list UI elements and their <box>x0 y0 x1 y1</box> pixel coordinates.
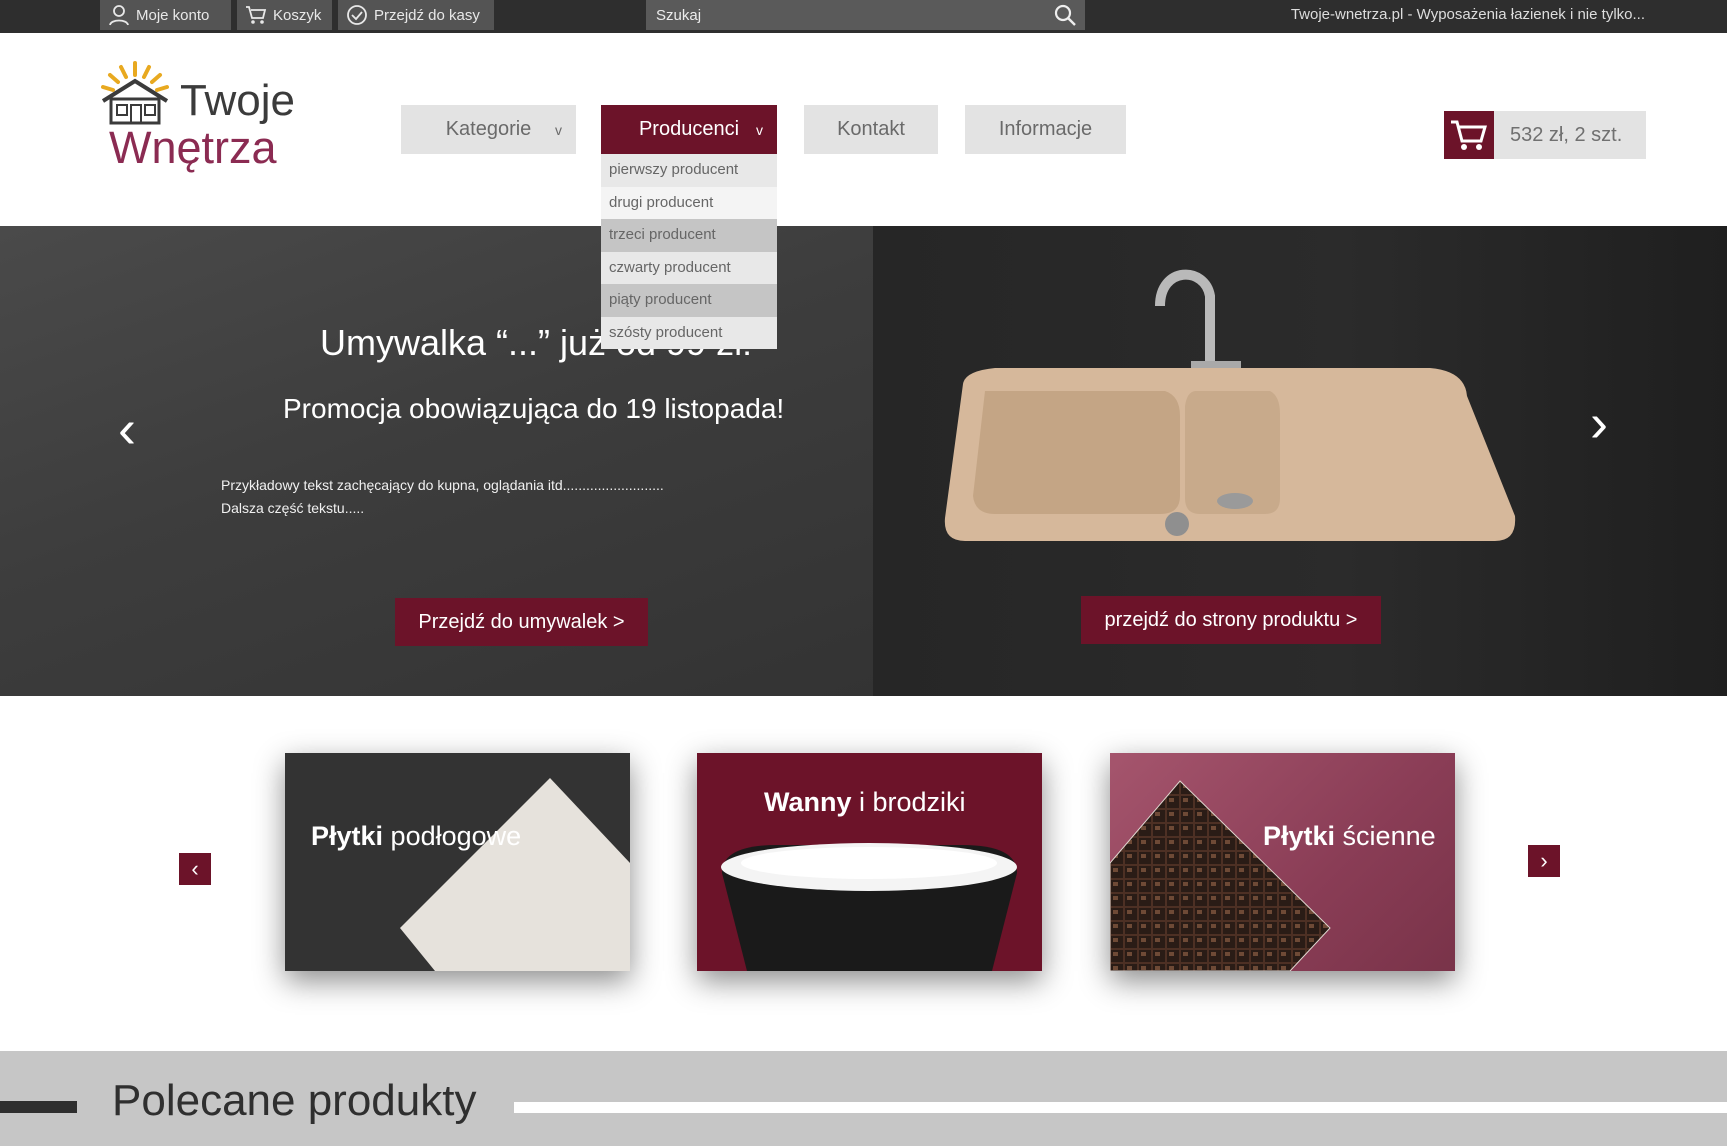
product-page-button[interactable]: przejdź do strony produktu > <box>1081 596 1381 644</box>
my-account-button[interactable]: Moje konto <box>100 0 231 30</box>
carousel-prev-button[interactable]: ‹ <box>179 853 211 885</box>
checkout-button[interactable]: Przejdź do kasy <box>338 0 494 30</box>
mosaic-tile-image <box>1110 780 1331 971</box>
site-tagline: Twoje-wnetrza.pl - Wyposażenia łazienek … <box>1290 6 1645 23</box>
sink-image <box>944 269 1516 541</box>
floor-tile-image <box>400 778 630 971</box>
category-label-bold: Wanny <box>764 787 852 817</box>
checkout-label: Przejdź do kasy <box>374 6 480 24</box>
dropdown-item[interactable]: piąty producent <box>601 284 777 317</box>
nav-categories-label: Kategorie <box>445 118 532 140</box>
category-label-bold: Płytki <box>311 821 384 851</box>
chevron-right-icon[interactable]: › <box>1590 396 1608 450</box>
dropdown-item[interactable]: pierwszy producent <box>601 154 777 187</box>
chevron-left-icon[interactable]: ‹ <box>118 402 136 456</box>
search-button[interactable] <box>1045 0 1085 30</box>
category-label-rest: ścienne <box>1335 821 1436 851</box>
top-bar: Moje konto Koszyk Przejdź do kasy Twoje-… <box>0 0 1727 33</box>
cart-summary[interactable]: 532 zł, 2 szt. <box>1444 111 1646 159</box>
cart-link-label: Koszyk <box>273 6 322 24</box>
dropdown-item[interactable]: szósty producent <box>601 317 777 350</box>
category-label: Wanny i brodziki <box>764 787 966 818</box>
cart-icon <box>1451 120 1487 150</box>
category-label: Płytki podłogowe <box>311 821 521 852</box>
my-account-label: Moje konto <box>136 6 210 24</box>
search-bar <box>646 0 1085 30</box>
nav-contact[interactable]: Kontakt <box>804 105 938 154</box>
search-icon <box>1054 4 1076 26</box>
hero-text-line: Przykładowy tekst zachęcający do kupna, … <box>221 477 664 493</box>
header: Twoje Wnętrza Kategorie v Producenci v K… <box>0 33 1727 226</box>
dropdown-item[interactable]: czwarty producent <box>601 252 777 285</box>
cart-icon <box>246 6 267 24</box>
user-icon <box>109 5 129 26</box>
nav-information[interactable]: Informacje <box>965 105 1126 154</box>
bathtub-image <box>721 843 1017 971</box>
go-to-sinks-button[interactable]: Przejdź do umywalek > <box>395 598 648 646</box>
chevron-down-icon: v <box>555 121 562 138</box>
dropdown-item[interactable]: drugi producent <box>601 186 777 219</box>
category-card-floor-tiles[interactable]: Płytki podłogowe <box>285 753 630 971</box>
category-label-rest: podłogowe <box>383 821 522 851</box>
producers-dropdown: pierwszy producent drugi producent trzec… <box>601 154 777 349</box>
nav-information-label: Informacje <box>998 118 1093 140</box>
chevron-left-icon: ‹ <box>191 856 199 881</box>
hero-text-line: Dalsza część tekstu..... <box>221 500 365 516</box>
nav-producers-label: Producenci <box>638 118 740 140</box>
search-input[interactable] <box>646 0 1045 30</box>
site-logo[interactable]: Twoje Wnętrza <box>95 61 315 181</box>
chevron-right-icon: › <box>1540 848 1548 873</box>
section-title: Polecane produkty <box>112 1076 477 1125</box>
carousel-next-button[interactable]: › <box>1528 845 1560 877</box>
category-label-rest: i brodziki <box>851 787 966 817</box>
house-sun-logo-icon <box>101 61 169 125</box>
cart-link-button[interactable]: Koszyk <box>237 0 332 30</box>
cart-summary-text: 532 zł, 2 szt. <box>1510 124 1623 146</box>
check-circle-icon <box>347 5 367 25</box>
logo-text-line1: Twoje <box>180 76 295 125</box>
category-label-bold: Płytki <box>1263 821 1336 851</box>
nav-categories[interactable]: Kategorie v <box>401 105 576 154</box>
category-card-wall-tiles[interactable]: Płytki ścienne <box>1110 753 1455 971</box>
section-divider-left <box>0 1101 77 1113</box>
cart-icon-box <box>1444 111 1494 159</box>
nav-producers[interactable]: Producenci v <box>601 105 777 154</box>
logo-text-line2: Wnętrza <box>109 122 277 173</box>
section-divider-right <box>514 1102 1727 1113</box>
chevron-down-icon: v <box>756 121 763 138</box>
featured-products-section: Polecane produkty <box>0 1051 1727 1146</box>
hero-text: Przykładowy tekst zachęcający do kupna, … <box>221 474 664 520</box>
nav-contact-label: Kontakt <box>837 118 905 140</box>
hero-subtitle: Promocja obowiązująca do 19 listopada! <box>283 393 785 424</box>
hero-slider: Umywalka “...” już od 99 zł! Promocja ob… <box>0 226 1727 696</box>
category-carousel: ‹ Płytki podłogowe Wanny i brodziki Płyt <box>0 696 1727 1051</box>
category-card-bathtubs[interactable]: Wanny i brodziki <box>697 753 1042 971</box>
category-label: Płytki ścienne <box>1263 821 1436 852</box>
dropdown-item[interactable]: trzeci producent <box>601 219 777 252</box>
